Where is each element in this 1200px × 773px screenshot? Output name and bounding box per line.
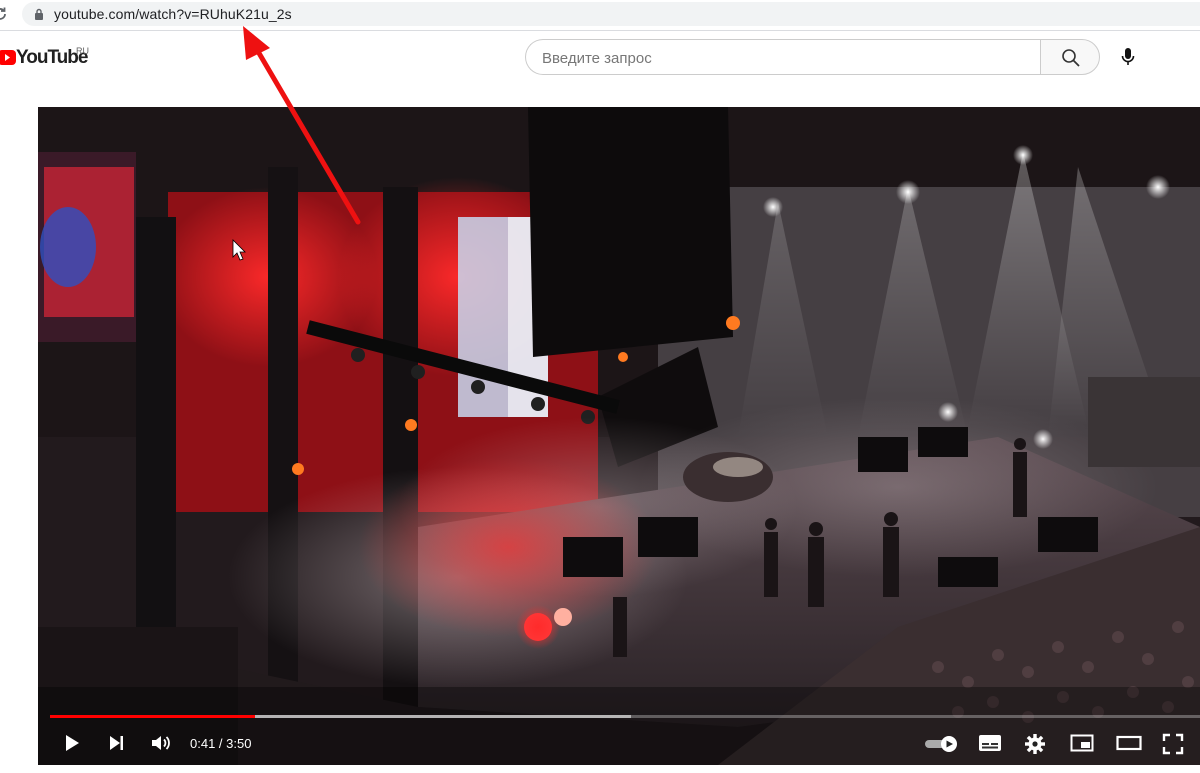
microphone-icon [1121,48,1135,65]
url-text[interactable]: youtube.com/watch?v=RUhuK21u_2s [54,6,292,22]
lock-icon[interactable] [34,8,44,20]
autoplay-toggle-icon[interactable] [924,735,960,753]
fullscreen-icon[interactable] [1162,733,1184,755]
next-icon[interactable] [106,733,126,753]
region-code: RU [76,46,89,56]
voice-search-button[interactable] [1112,41,1144,73]
miniplayer-icon[interactable] [1070,733,1094,753]
settings-gear-icon[interactable] [1024,733,1046,755]
video-player[interactable]: 0:41 / 3:50 [38,107,1200,765]
search-button[interactable] [1040,39,1100,75]
play-icon[interactable] [62,733,82,753]
subtitles-icon[interactable] [978,733,1002,753]
youtube-header: YouTube RU [0,31,1200,87]
time-display: 0:41 / 3:50 [190,736,252,751]
concert-video-frame[interactable] [38,107,1200,765]
progress-bar[interactable] [50,715,1200,718]
search-box [525,39,1040,76]
progress-played [50,715,255,718]
search-icon [1062,49,1080,67]
omnibox[interactable]: youtube.com/watch?v=RUhuK21u_2s [22,2,1200,26]
theater-mode-icon[interactable] [1116,733,1142,753]
youtube-play-logo-icon [0,50,16,65]
browser-address-bar: youtube.com/watch?v=RUhuK21u_2s [0,0,1200,31]
reload-icon[interactable] [0,6,8,22]
volume-icon[interactable] [150,733,172,753]
player-controls: 0:41 / 3:50 [38,727,1200,763]
search-input[interactable] [540,40,1024,76]
